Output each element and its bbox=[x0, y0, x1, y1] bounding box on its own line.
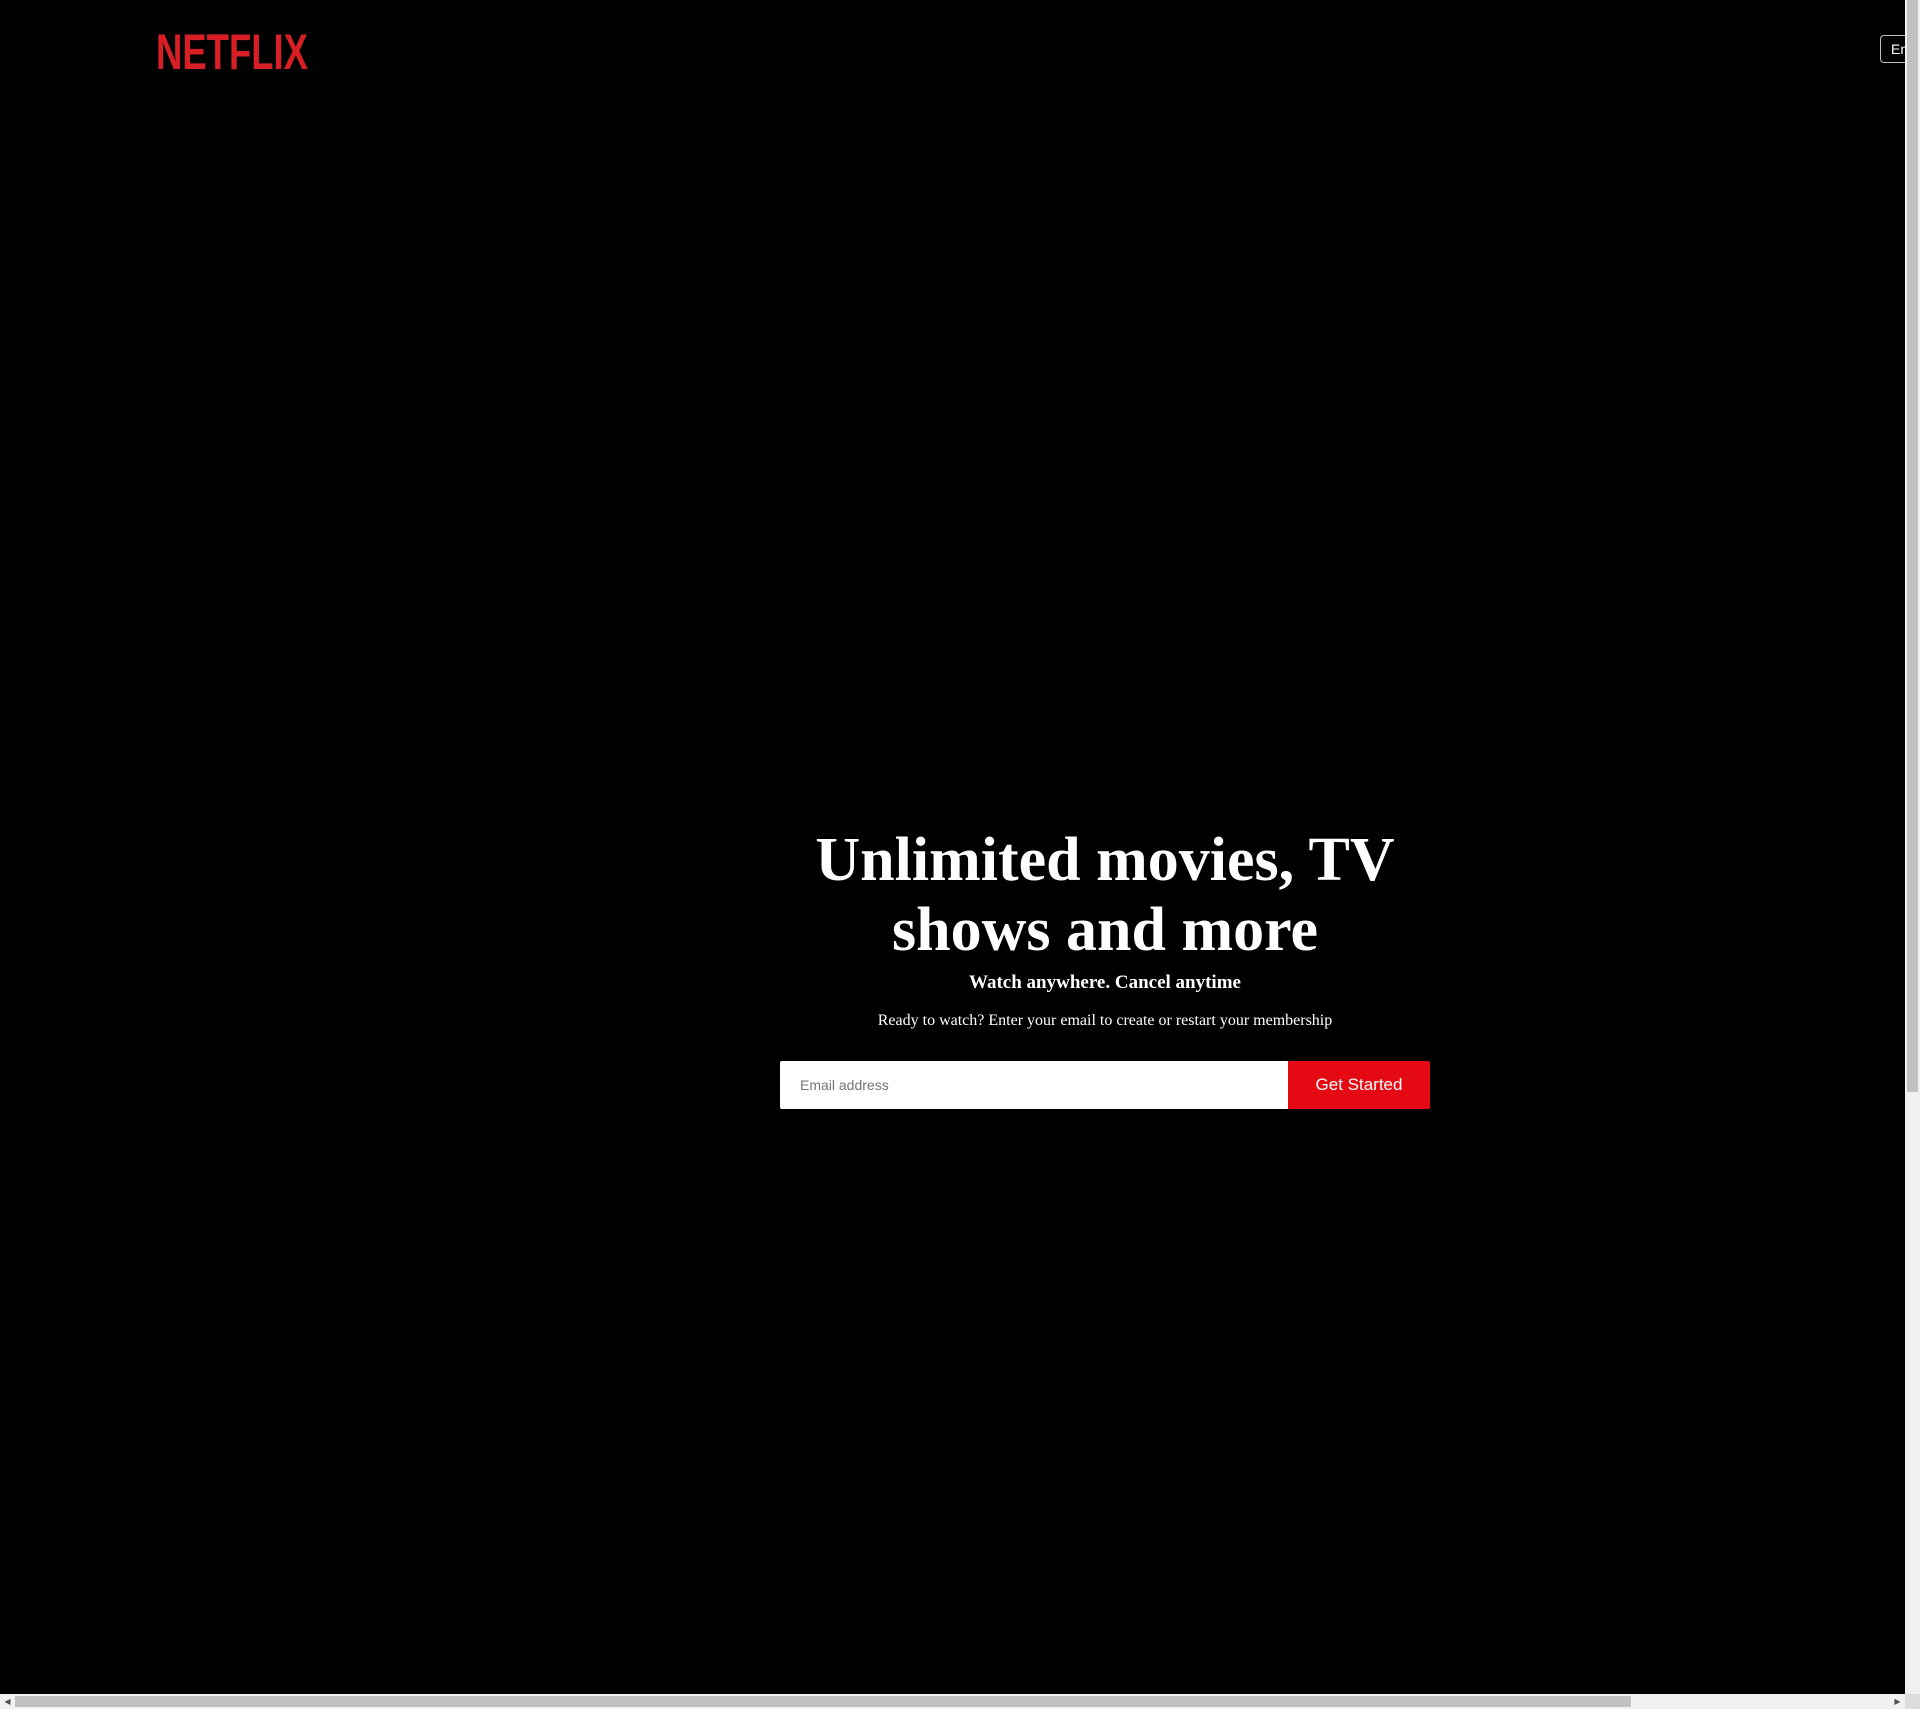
vertical-scrollbar[interactable] bbox=[1905, 0, 1920, 1694]
horizontal-scrollbar[interactable]: ◀ ▶ bbox=[0, 1694, 1905, 1709]
scrollbar-corner bbox=[1905, 1694, 1920, 1709]
vertical-scroll-thumb[interactable] bbox=[1907, 0, 1918, 1092]
hero-title: Unlimited movies, TV shows and more bbox=[815, 826, 1395, 964]
email-input[interactable] bbox=[780, 1061, 1288, 1109]
membership-prompt: Ready to watch? Enter your email to crea… bbox=[877, 1012, 1333, 1029]
signup-form: Get Started bbox=[780, 1061, 1430, 1109]
scroll-left-arrow-icon[interactable]: ◀ bbox=[0, 1694, 15, 1709]
horizontal-scroll-thumb[interactable] bbox=[15, 1696, 1631, 1707]
hero-section: Unlimited movies, TV shows and more Watc… bbox=[780, 825, 1430, 1109]
hero-subtitle: Watch anywhere. Cancel anytime bbox=[969, 972, 1241, 993]
netflix-logo-text: NETFLIX bbox=[156, 28, 308, 72]
get-started-button[interactable]: Get Started bbox=[1288, 1061, 1430, 1109]
netflix-logo[interactable]: NETFLIX bbox=[156, 28, 308, 72]
scroll-right-arrow-icon[interactable]: ▶ bbox=[1890, 1694, 1905, 1709]
